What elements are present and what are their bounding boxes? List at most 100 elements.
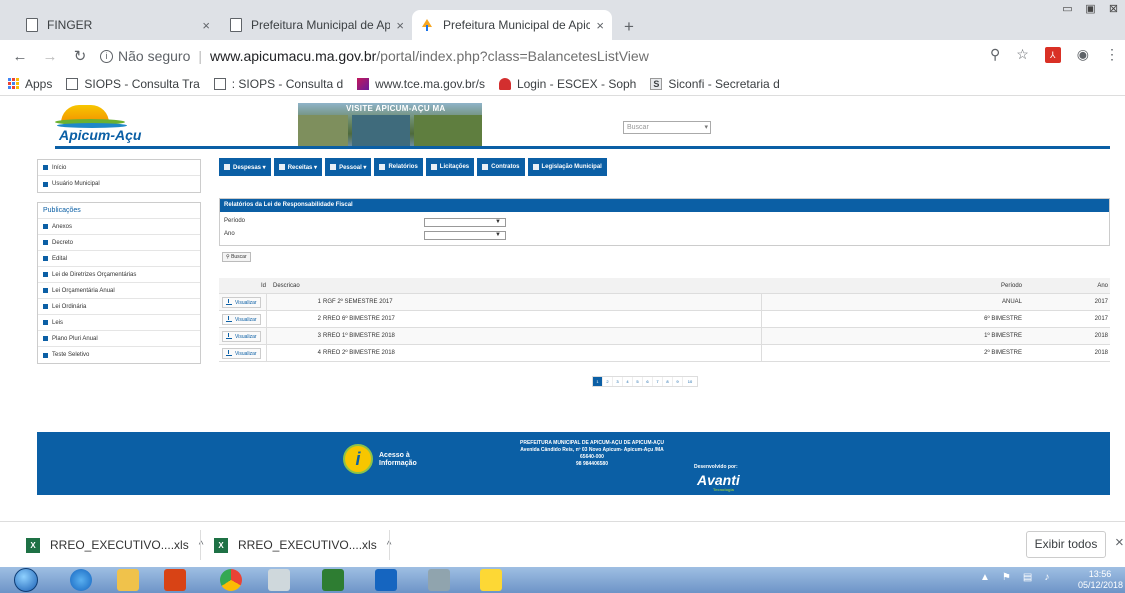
menu-despesas[interactable]: Despesas ▾ <box>219 158 271 176</box>
tab-finger[interactable]: FINGER × <box>18 10 218 40</box>
access-info-link[interactable]: Acesso à Informação <box>379 452 439 468</box>
sidebar-item-publication[interactable]: Anexos <box>38 219 200 235</box>
ano-select[interactable] <box>424 231 506 240</box>
bookmarks-bar: Apps SIOPS - Consulta Tra : SIOPS - Cons… <box>0 72 1125 96</box>
logo-text: Apicum-Açu <box>59 127 142 143</box>
view-button[interactable]: Visualizar <box>222 314 261 325</box>
developer-logo[interactable]: Avanti <box>697 472 740 488</box>
address-bar[interactable]: i Não seguro | www.apicumacu.ma.gov.br /… <box>100 44 960 68</box>
menu-label: Relatórios <box>388 164 418 170</box>
page-link[interactable]: 4 <box>623 377 633 386</box>
tray-arrow-icon[interactable]: ▲ <box>980 572 990 583</box>
sidebar-item-publication[interactable]: Edital <box>38 251 200 267</box>
bookmark-label: Apps <box>25 76 53 91</box>
search-button[interactable]: ⚲ Buscar <box>222 252 251 262</box>
page-link[interactable]: 10 <box>683 377 697 386</box>
page-link[interactable]: 8 <box>663 377 673 386</box>
banner-photo <box>414 115 482 147</box>
back-icon[interactable]: ← <box>8 48 32 65</box>
calculator-icon[interactable] <box>428 569 450 591</box>
menu-licitacoes[interactable]: Licitações <box>425 158 475 176</box>
site-search-select[interactable]: Buscar <box>623 121 711 134</box>
close-downloads-icon[interactable]: × <box>1115 534 1124 551</box>
page-link[interactable]: 6 <box>643 377 653 386</box>
view-button[interactable]: Visualizar <box>222 348 261 359</box>
view-button[interactable]: Visualizar <box>222 297 261 308</box>
excel-icon[interactable] <box>322 569 344 591</box>
bookmark-siops-1[interactable]: SIOPS - Consulta Tra <box>66 77 200 91</box>
download-icon <box>226 350 232 356</box>
zoom-icon[interactable]: ⚲ <box>990 46 1000 63</box>
restore-icon[interactable]: ▣ <box>1079 0 1102 18</box>
menu-label: Licitações <box>439 164 470 170</box>
extension-icon[interactable]: ◉ <box>1077 46 1089 63</box>
explorer-icon[interactable] <box>117 569 139 591</box>
network-icon[interactable]: ▤ <box>1023 572 1032 583</box>
media-player-icon[interactable] <box>164 569 186 591</box>
menu-relatorios[interactable]: Relatórios <box>374 158 423 176</box>
tab-close-icon[interactable]: × <box>396 18 404 33</box>
users-icon <box>330 164 337 170</box>
site-logo[interactable]: Apicum-Açu <box>55 105 145 145</box>
page-link[interactable]: 1 <box>593 377 603 386</box>
page-link[interactable]: 5 <box>633 377 643 386</box>
menu-pessoal[interactable]: Pessoal ▾ <box>325 158 372 176</box>
start-button[interactable] <box>14 568 38 592</box>
page-link[interactable]: 7 <box>653 377 663 386</box>
bookmark-tce[interactable]: www.tce.ma.gov.br/s <box>357 77 485 91</box>
tab-prefeitura-active[interactable]: Prefeitura Municipal de Apicuma × <box>412 10 612 40</box>
sidebar-item-publication[interactable]: Plano Pluri Anual <box>38 331 200 347</box>
footer-address: PREFEITURA MUNICIPAL DE APICUM-AÇU DE AP… <box>467 440 717 468</box>
show-all-downloads-button[interactable]: Exibir todos <box>1026 531 1106 558</box>
view-button[interactable]: Visualizar <box>222 331 261 342</box>
forward-icon[interactable]: → <box>38 48 62 65</box>
periodo-select[interactable] <box>424 218 506 227</box>
new-tab-button[interactable]: + <box>624 17 634 37</box>
info-icon[interactable]: i <box>100 49 113 63</box>
reload-icon[interactable]: ↻ <box>68 47 92 65</box>
menu-contratos[interactable]: Contratos <box>477 158 525 176</box>
sidebar-item-publication[interactable]: Lei de Diretrizes Orçamentárias <box>38 267 200 283</box>
page-link[interactable]: 9 <box>673 377 683 386</box>
word-icon[interactable] <box>375 569 397 591</box>
sidebar-item-publication[interactable]: Teste Seletivo <box>38 347 200 363</box>
download-item[interactable]: X RREO_EXECUTIVO....xls ^ <box>214 530 391 560</box>
visit-banner: VISITE APICUM-AÇU MA <box>298 103 482 147</box>
minimize-icon[interactable]: ▭ <box>1056 0 1079 18</box>
access-info-icon[interactable]: i <box>343 444 373 474</box>
sidebar-item-publication[interactable]: Lei Orçamentária Anual <box>38 283 200 299</box>
tab-prefeitura-1[interactable]: Prefeitura Municipal de Apicuma × <box>222 10 412 40</box>
menu-legislacao[interactable]: Legislação Municipal <box>527 158 607 176</box>
menu-receitas[interactable]: Receitas ▾ <box>273 158 323 176</box>
bookmark-siconfi[interactable]: S Siconfi - Secretaria d <box>650 77 780 91</box>
page-link[interactable]: 3 <box>613 377 623 386</box>
pdf-extension-icon[interactable]: ⅄ <box>1044 46 1061 63</box>
bookmark-star-icon[interactable]: ☆ <box>1016 46 1029 63</box>
sidebar-item-publication[interactable]: Decreto <box>38 235 200 251</box>
system-clock[interactable]: 13:56 05/12/2018 <box>1078 569 1123 591</box>
ie-icon[interactable] <box>70 569 92 591</box>
bookmark-apps[interactable]: Apps <box>8 77 52 91</box>
sidebar-item-publication[interactable]: Leis <box>38 315 200 331</box>
volume-icon[interactable]: ♪ <box>1044 572 1049 583</box>
chrome-icon[interactable] <box>220 569 242 591</box>
sidebar-item-inicio[interactable]: Início <box>38 160 200 176</box>
menu-label: Contratos <box>491 164 520 170</box>
bookmark-siops-2[interactable]: : SIOPS - Consulta d <box>213 77 343 91</box>
flag-icon[interactable]: ⚑ <box>1002 572 1011 583</box>
info-circle-icon <box>532 164 539 170</box>
menu-kebab-icon[interactable]: ⋮ <box>1105 46 1119 63</box>
close-window-icon[interactable]: ⊠ <box>1102 0 1125 18</box>
tab-close-icon[interactable]: × <box>202 18 210 33</box>
ano-label: Ano <box>224 231 235 237</box>
tool-icon[interactable] <box>268 569 290 591</box>
main-menu: Despesas ▾ Receitas ▾ Pessoal ▾ Relatóri… <box>219 158 607 176</box>
page-link[interactable]: 2 <box>603 377 613 386</box>
sidebar-item-publication[interactable]: Lei Ordinária <box>38 299 200 315</box>
tab-close-icon[interactable]: × <box>596 18 604 33</box>
folder-icon[interactable] <box>480 569 502 591</box>
download-item[interactable]: X RREO_EXECUTIVO....xls ^ <box>26 530 203 560</box>
bookmark-escex[interactable]: Login - ESCEX - Soph <box>498 77 636 91</box>
sidebar-item-usuario[interactable]: Usuário Municipal <box>38 176 200 192</box>
page-icon <box>213 77 226 90</box>
